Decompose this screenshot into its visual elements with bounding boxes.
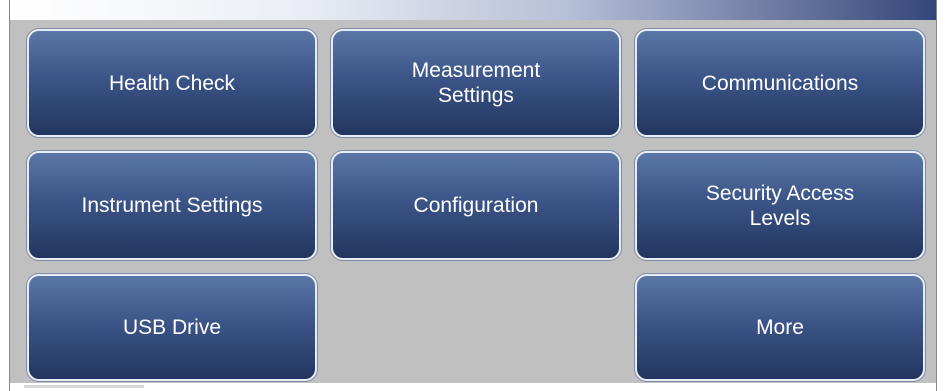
instrument-settings-label: Instrument Settings <box>81 194 263 217</box>
security-access-levels-label: Security Access Levels <box>705 181 855 230</box>
instrument-settings-button[interactable]: Instrument Settings <box>27 151 317 260</box>
measurement-settings-button[interactable]: Measurement Settings <box>331 29 621 137</box>
usb-drive-label: USB Drive <box>122 316 222 339</box>
measurement-settings-label: Measurement Settings <box>411 59 541 107</box>
health-check-label: Health Check <box>108 71 236 95</box>
more-label: More <box>756 316 804 339</box>
security-access-levels-button[interactable]: Security Access Levels <box>635 151 925 260</box>
configuration-label: Configuration <box>413 194 539 217</box>
communications-label: Communications <box>701 71 859 95</box>
health-check-button[interactable]: Health Check <box>27 29 317 137</box>
bottom-status-strip <box>10 383 936 391</box>
configuration-button[interactable]: Configuration <box>331 151 621 260</box>
scroll-indicator <box>24 385 144 388</box>
communications-button[interactable]: Communications <box>635 29 925 137</box>
usb-drive-button[interactable]: USB Drive <box>27 274 317 381</box>
main-menu-screen: Health Check Measurement Settings Commun… <box>9 0 937 391</box>
title-bar <box>10 0 936 20</box>
more-button[interactable]: More <box>635 274 925 381</box>
